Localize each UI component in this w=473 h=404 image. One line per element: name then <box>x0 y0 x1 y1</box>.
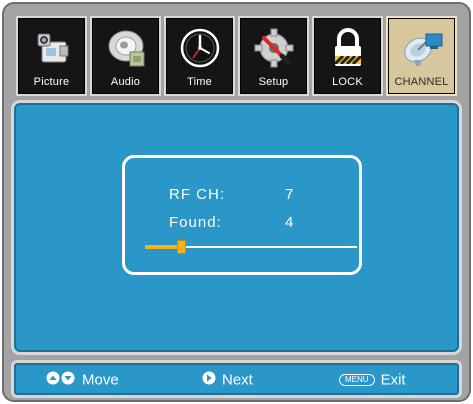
right-arrow-icon <box>202 371 216 389</box>
help-bar: Move Next MENU Exit <box>11 360 462 398</box>
gear-wrench-icon <box>252 26 296 70</box>
scan-progress-fill <box>145 245 182 249</box>
satellite-dish-icon <box>400 26 444 70</box>
clock-icon <box>178 26 222 70</box>
found-label: Found: <box>169 214 222 231</box>
tab-label-time: Time <box>187 76 212 88</box>
padlock-icon <box>326 26 370 70</box>
rf-channel-value: 7 <box>285 186 295 203</box>
tab-label-audio: Audio <box>110 76 141 88</box>
help-next: Next <box>202 371 253 389</box>
osd-menu-window: Picture Audio Time Setup LOCK CHANNEL RF… <box>2 2 471 402</box>
scan-progress-indicator <box>177 240 187 254</box>
tab-label-picture: Picture <box>33 76 70 88</box>
tab-setup[interactable]: Setup <box>238 16 309 96</box>
help-move-label: Move <box>82 371 119 389</box>
tab-time[interactable]: Time <box>164 16 235 96</box>
up-down-arrows-icon <box>46 371 76 389</box>
tab-label-lock: LOCK <box>332 76 363 88</box>
help-move: Move <box>46 371 119 389</box>
tab-label-setup: Setup <box>258 76 289 88</box>
speaker-disc-icon <box>104 26 148 70</box>
rf-channel-label: RF CH: <box>169 186 225 203</box>
menu-tab-bar: Picture Audio Time Setup LOCK CHANNEL <box>16 16 460 96</box>
tab-audio[interactable]: Audio <box>90 16 161 96</box>
help-next-label: Next <box>222 371 253 389</box>
tab-lock[interactable]: LOCK <box>312 16 383 96</box>
scan-progress-track <box>145 240 357 254</box>
scan-status-box: RF CH: 7 Found: 4 <box>122 155 362 275</box>
found-value: 4 <box>285 214 295 231</box>
help-exit-label: Exit <box>380 371 406 389</box>
help-exit: MENU Exit <box>339 371 406 389</box>
tab-picture[interactable]: Picture <box>16 16 87 96</box>
camcorder-icon <box>30 26 74 70</box>
menu-key-icon: MENU <box>339 374 375 387</box>
tab-label-channel: CHANNEL <box>394 76 449 88</box>
tab-channel[interactable]: CHANNEL <box>386 16 457 96</box>
channel-scan-panel: RF CH: 7 Found: 4 <box>11 100 462 355</box>
